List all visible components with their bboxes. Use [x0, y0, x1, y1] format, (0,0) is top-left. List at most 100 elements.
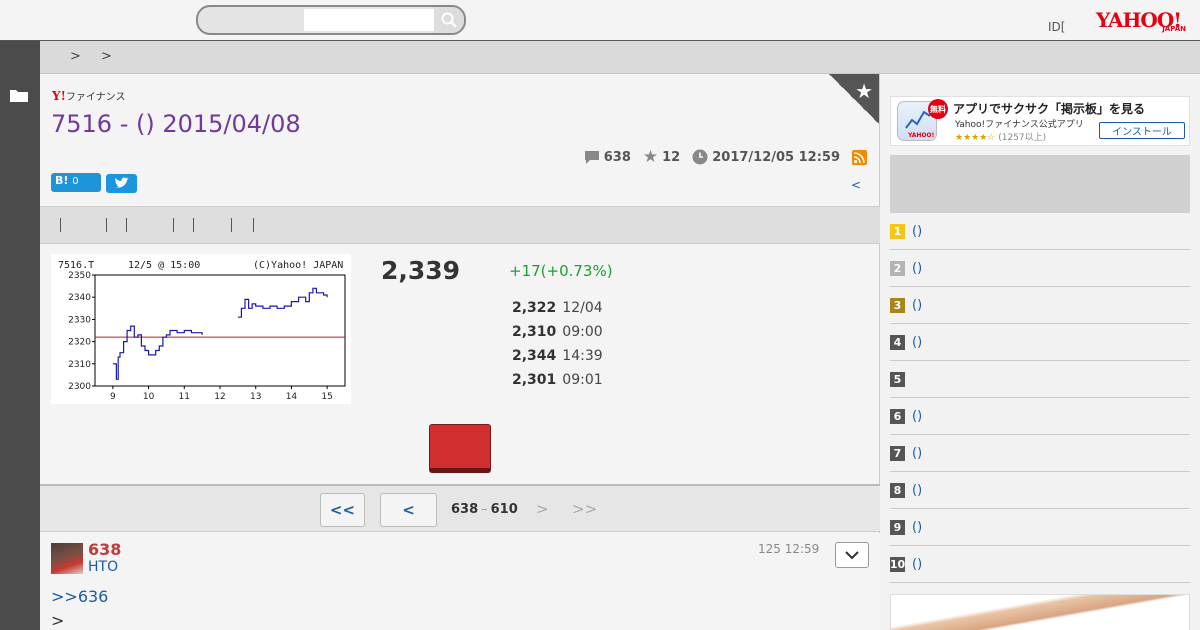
comment-username[interactable]: HTO: [88, 559, 118, 575]
rank-label[interactable]: (): [912, 409, 922, 424]
previous-board-link[interactable]: <: [851, 178, 861, 192]
star-count-icon: ★: [642, 147, 659, 167]
breadcrumb: > >: [40, 41, 1200, 74]
rank-label[interactable]: (): [912, 557, 922, 572]
next-page-button[interactable]: >: [536, 500, 549, 518]
yahoo-japan-logo[interactable]: YAHOO! JAPAN: [1096, 10, 1188, 36]
tab-divider: [106, 218, 107, 232]
rank-label[interactable]: (): [912, 335, 922, 350]
ranking-item[interactable]: 4 (): [890, 324, 1190, 361]
rank-label[interactable]: (): [912, 298, 922, 313]
comment-menu-button[interactable]: [835, 542, 869, 568]
stat-label: 09:00: [562, 324, 603, 340]
y-tick-label: 2310: [68, 360, 91, 370]
install-button[interactable]: インストール: [1099, 122, 1185, 139]
hatena-bookmark-button[interactable]: B! 0: [51, 173, 101, 192]
x-tick-label: 14: [286, 392, 298, 402]
stat-label: 14:39: [562, 348, 603, 364]
app-rating: ★★★★☆ (1257以上): [955, 130, 1046, 143]
rank-number: 8: [890, 482, 905, 498]
prev-page-button[interactable]: <: [380, 493, 437, 527]
ranking-item[interactable]: 9 (): [890, 509, 1190, 546]
tab-divider: [193, 218, 194, 232]
reply-anchor-link[interactable]: >>636: [51, 587, 108, 606]
y-tick-label: 2330: [68, 315, 91, 325]
x-tick-label: 10: [143, 392, 155, 402]
stat-label: 12/04: [562, 300, 603, 316]
favorite-corner[interactable]: ★: [829, 74, 879, 124]
breadcrumb-separator: >: [70, 49, 81, 64]
app-rating-stars: ★★★★☆: [955, 133, 996, 143]
x-tick-label: 12: [214, 392, 225, 402]
chart-plot-area: [94, 274, 346, 387]
left-rail: [0, 41, 40, 630]
ranking-item[interactable]: 5: [890, 361, 1190, 398]
search-input[interactable]: [304, 9, 434, 31]
app-promo-banner[interactable]: YAHOO! 無料 アプリでサクサク「掲示板」を見る Yahoo!ファイナンス公…: [890, 96, 1190, 146]
rank-number: 6: [890, 408, 905, 424]
chart-subtitle: 12/5 @ 15:00: [128, 260, 200, 271]
board-tab-bar: [40, 206, 880, 244]
y-tick-label: 2320: [68, 338, 91, 348]
hatena-label: B!: [55, 174, 69, 187]
rank-number: 5: [890, 371, 905, 387]
page-range: 638–610: [451, 502, 518, 517]
folder-icon[interactable]: [10, 88, 28, 102]
rank-label[interactable]: (): [912, 446, 922, 461]
login-id-link[interactable]: ID[: [1048, 20, 1065, 34]
y-tick-label: 2300: [68, 382, 91, 392]
ad-placeholder[interactable]: [890, 155, 1190, 213]
twitter-share-button[interactable]: [106, 174, 137, 193]
post-button[interactable]: [429, 424, 491, 473]
tab-divider: [231, 218, 232, 232]
comment-count: 638: [603, 149, 631, 165]
stat-value: 2,301: [512, 372, 557, 388]
stat-value: 2,322: [512, 300, 557, 316]
star-count: 12: [662, 149, 681, 165]
rank-label[interactable]: (): [912, 520, 922, 535]
chart-title: 7516.T: [58, 260, 94, 271]
app-review-count: (1257以上): [998, 133, 1047, 143]
x-tick-label: 9: [110, 392, 116, 402]
current-price: 2,339: [381, 256, 461, 285]
page-title: 7516 - () 2015/04/08: [51, 110, 301, 138]
rank-label[interactable]: (): [912, 483, 922, 498]
ranking-item[interactable]: 3 (): [890, 287, 1190, 324]
price-stats: 2,322 12/04 2,310 09:00 2,344 14:39 2,301 09…: [512, 296, 603, 392]
finance-logo-mark: Y!: [52, 89, 66, 103]
tab-divider: [173, 218, 174, 232]
comment-number[interactable]: 638: [88, 540, 121, 559]
search-button[interactable]: [434, 7, 464, 33]
rank-number: 3: [890, 297, 905, 313]
board-meta: 638 ★ 12 2017/12/05 12:59: [578, 147, 867, 167]
ranking-item[interactable]: 8 (): [890, 472, 1190, 509]
comment-item: 638 HTO 125 12:59 >>636 >: [40, 533, 880, 630]
x-tick-label: 11: [179, 392, 190, 402]
ranking-item[interactable]: 7 (): [890, 435, 1190, 472]
search-box: [196, 5, 466, 35]
updated-time: 2017/12/05 12:59: [712, 149, 840, 165]
rss-icon[interactable]: [852, 149, 867, 165]
ranking-item[interactable]: 6 (): [890, 398, 1190, 435]
price-change: +17(+0.73%): [509, 262, 613, 280]
ranking-item[interactable]: 10 (): [890, 546, 1190, 583]
first-page-button[interactable]: <<: [320, 493, 365, 527]
stat-value: 2,310: [512, 324, 557, 340]
breadcrumb-separator: >: [101, 49, 112, 64]
last-page-button[interactable]: >>: [572, 500, 597, 518]
x-tick-label: 13: [250, 392, 261, 402]
rank-number: 10: [889, 556, 906, 572]
range-to: 610: [490, 502, 518, 517]
finance-logo[interactable]: Y!ファイナンス: [52, 88, 125, 103]
intraday-chart[interactable]: 7516.T 12/5 @ 15:00 (C)Yahoo! JAPAN 2350…: [51, 254, 351, 404]
ranking-item[interactable]: 2 (): [890, 250, 1190, 287]
avatar[interactable]: [51, 543, 83, 574]
rank-number: 1: [890, 223, 905, 239]
app-promo-subtitle: Yahoo!ファイナンス公式アプリ: [955, 120, 1084, 130]
comment-icon: [584, 150, 599, 164]
rank-label[interactable]: (): [912, 224, 922, 239]
sidebar-ad-image[interactable]: [890, 594, 1190, 630]
ranking-item[interactable]: 1 (): [890, 213, 1190, 250]
rank-label[interactable]: (): [912, 261, 922, 276]
rank-number: 4: [890, 334, 905, 350]
